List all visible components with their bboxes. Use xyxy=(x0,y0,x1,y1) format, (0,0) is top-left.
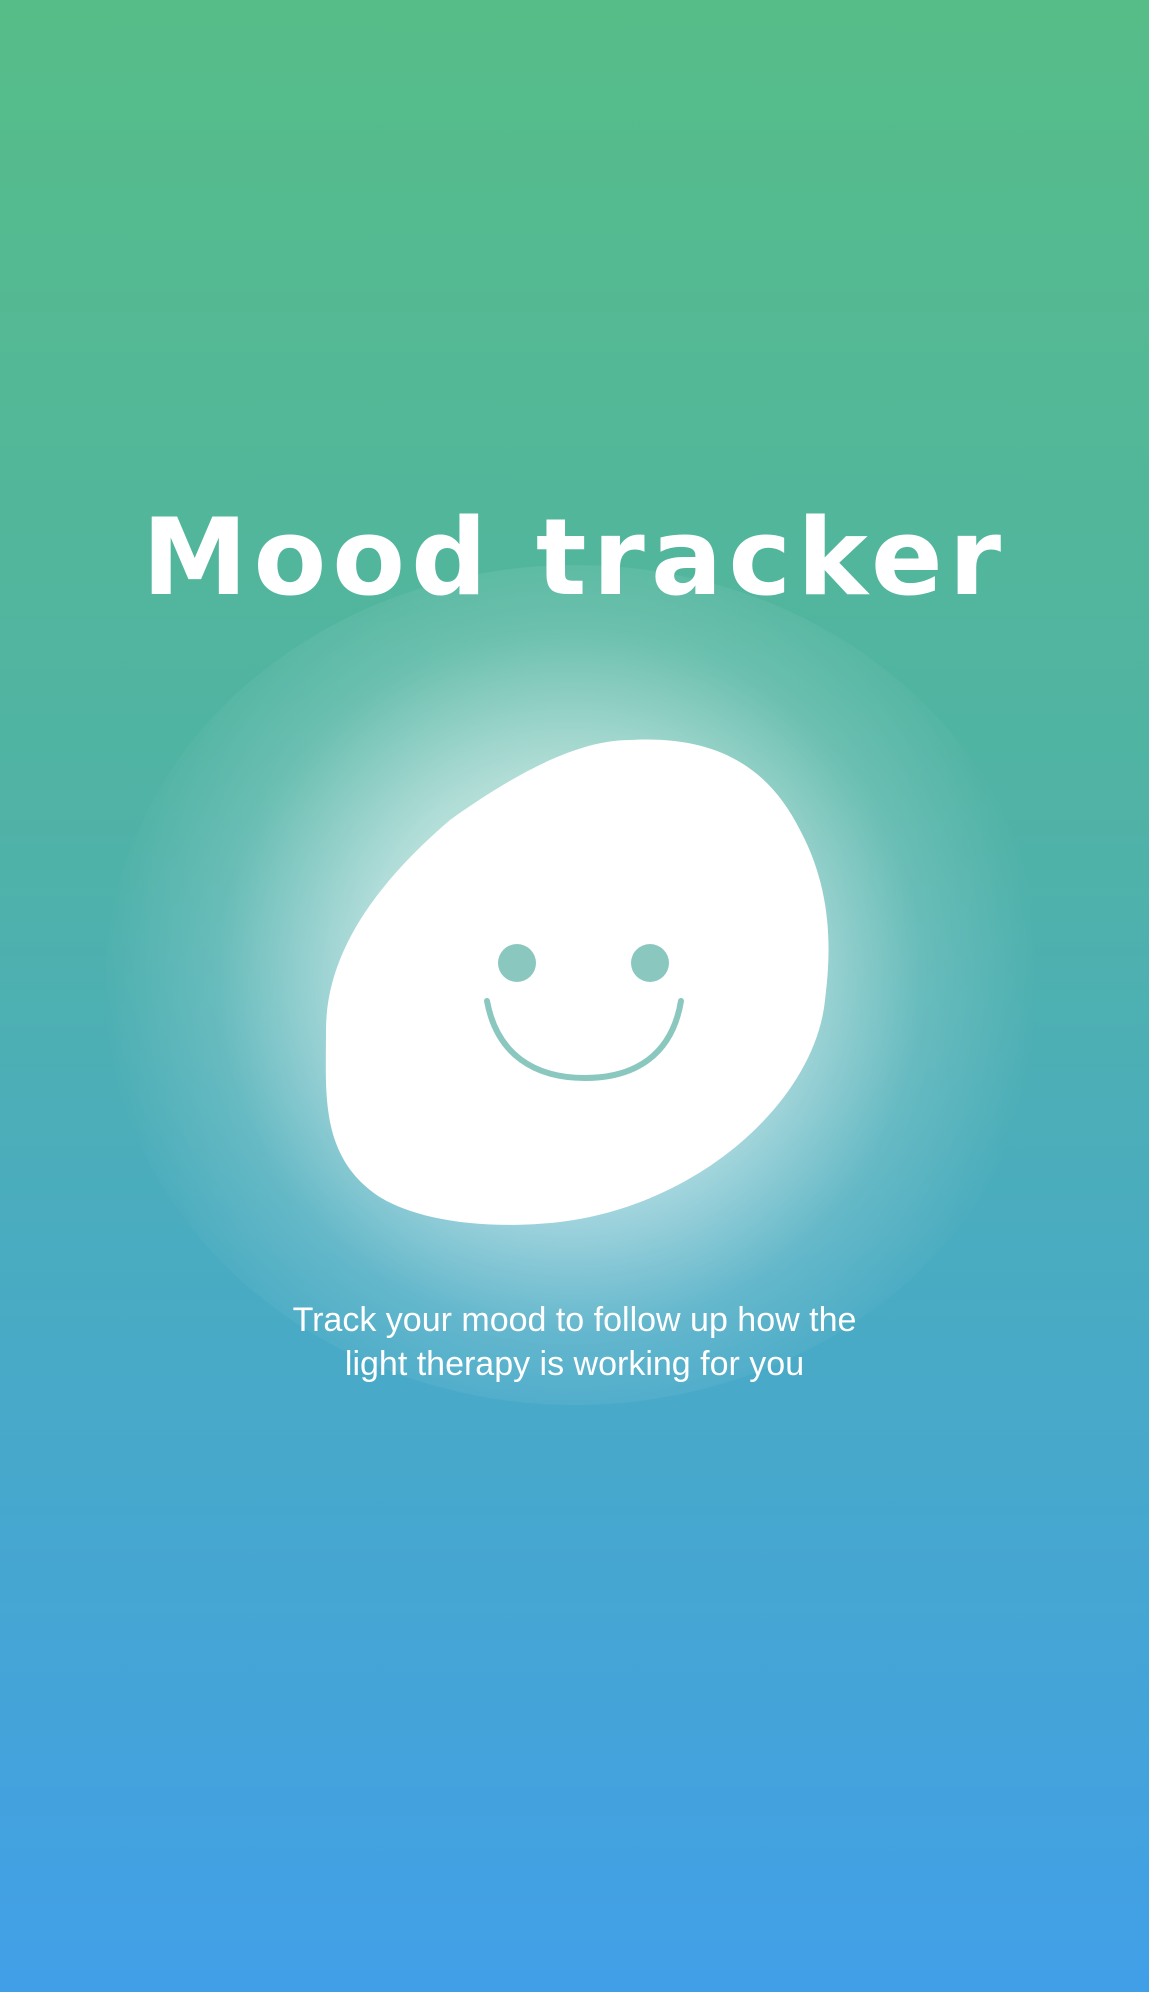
right-eye xyxy=(631,944,669,982)
mood-illustration xyxy=(105,565,1045,1405)
onboarding-screen: Mood tracker Track your mood to follow u… xyxy=(0,0,1149,1992)
description-line-1: Track your mood to follow up how the xyxy=(292,1301,857,1339)
description-text: Track your mood to follow up how the lig… xyxy=(0,1298,1149,1386)
description-line-2: light therapy is working for you xyxy=(344,1345,805,1383)
left-eye xyxy=(498,944,536,982)
